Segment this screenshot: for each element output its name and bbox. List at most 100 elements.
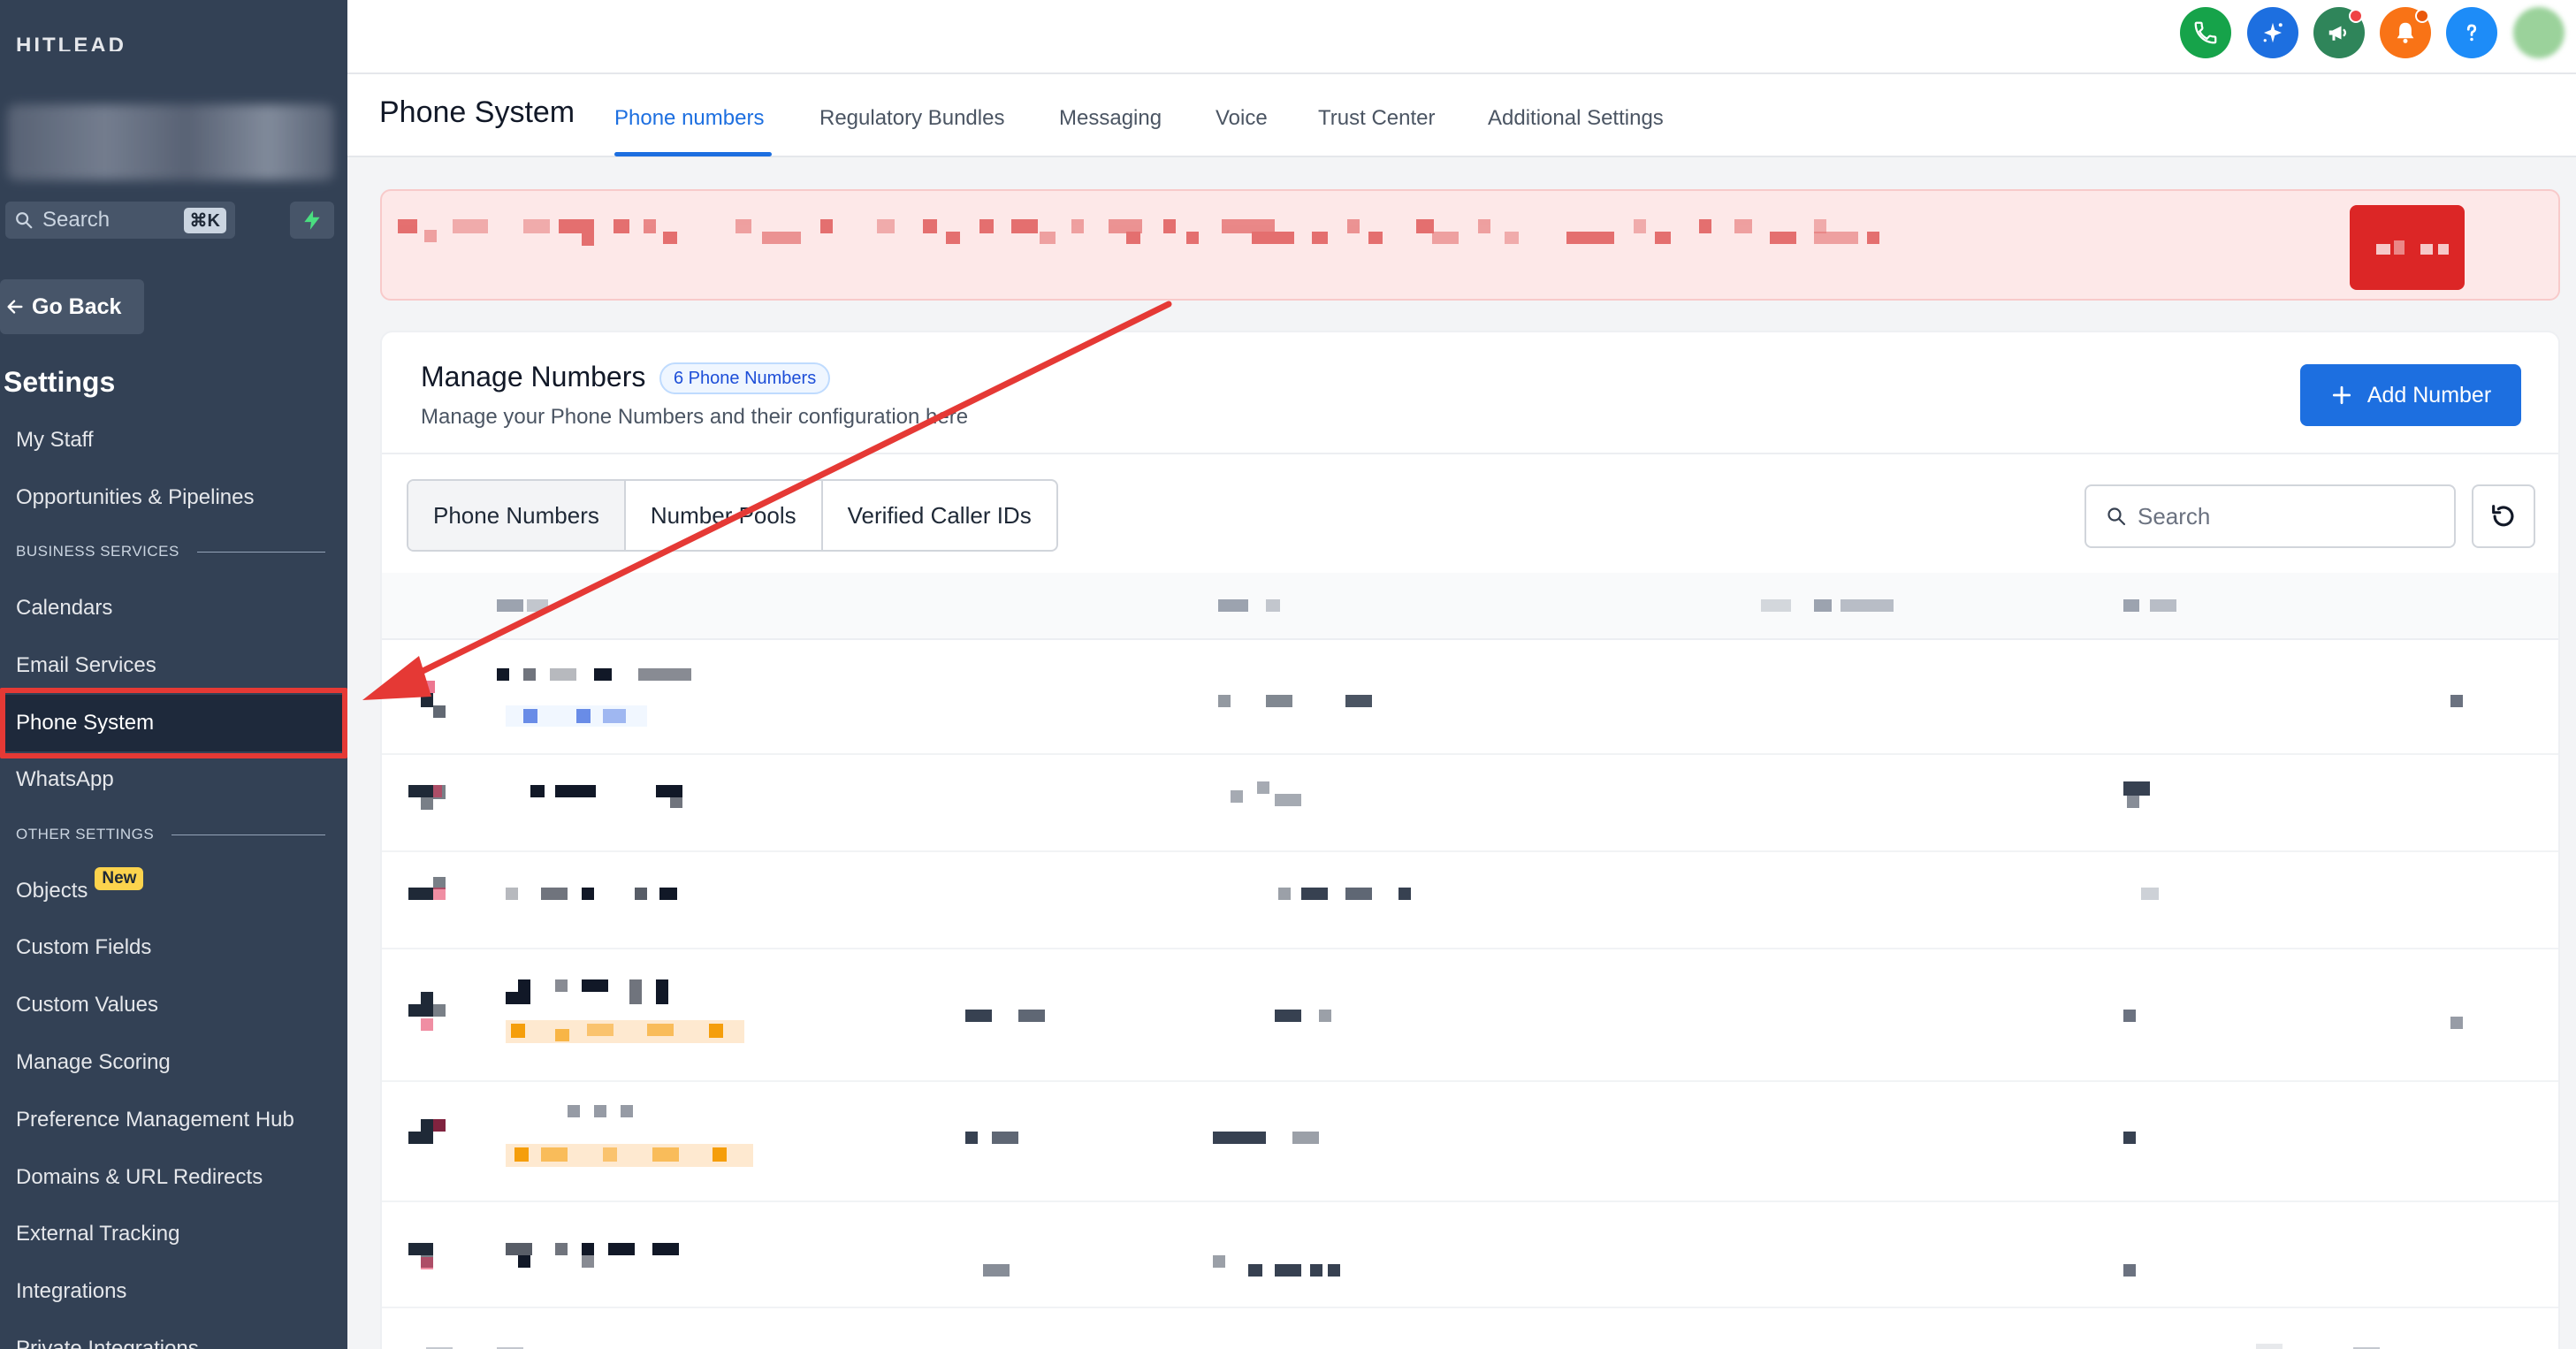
section-business-services: BUSINESS SERVICES <box>16 543 325 560</box>
notification-dot <box>2349 9 2363 23</box>
section-label: OTHER SETTINGS <box>16 826 155 842</box>
sidebar-item-label: Private Integrations <box>16 1337 199 1349</box>
bell-glyph-icon <box>2397 22 2414 43</box>
numbers-segmented-control: Phone Numbers Number Pools Verified Call… <box>407 479 1058 552</box>
sidebar-item-label: Custom Values <box>16 993 158 1017</box>
redacted-row-content <box>408 781 2150 810</box>
sidebar-item-email-services[interactable]: Email Services <box>0 637 347 694</box>
plus-icon <box>2332 385 2351 405</box>
sidebar-item-label: WhatsApp <box>16 767 114 791</box>
sidebar-item-my-staff[interactable]: My Staff <box>0 412 347 469</box>
table-search-placeholder: Search <box>2138 502 2211 530</box>
sidebar-item-label: Objects <box>16 879 88 903</box>
sparkle-glyph-icon <box>2263 22 2283 43</box>
phone-icon[interactable] <box>2180 7 2231 58</box>
help-icon[interactable] <box>2446 7 2497 58</box>
sidebar-item-label: Opportunities & Pipelines <box>16 485 255 509</box>
table-row[interactable] <box>382 755 2558 852</box>
table-row[interactable] <box>382 949 2558 1082</box>
sidebar-item-label: Calendars <box>16 596 113 620</box>
sidebar-item-whatsapp[interactable]: WhatsApp <box>0 751 347 808</box>
sidebar-item-preference-hub[interactable]: Preference Management Hub <box>0 1092 347 1148</box>
card-title: Manage Numbers <box>421 361 646 393</box>
segment-number-pools[interactable]: Number Pools <box>626 481 823 550</box>
tab-messaging[interactable]: Messaging <box>1059 106 1162 131</box>
refresh-icon <box>2492 505 2514 527</box>
sidebar-item-external-tracking[interactable]: External Tracking <box>0 1206 347 1262</box>
sidebar-item-custom-fields[interactable]: Custom Fields <box>0 919 347 976</box>
banner-action-button[interactable] <box>2350 205 2465 290</box>
refresh-button[interactable] <box>2472 484 2535 548</box>
new-badge: New <box>95 867 144 890</box>
account-switcher[interactable] <box>7 104 334 180</box>
page-title: Phone System <box>379 95 575 129</box>
redacted-row-content <box>408 1105 2136 1167</box>
table-row[interactable] <box>382 1202 2558 1308</box>
segment-verified-caller-ids[interactable]: Verified Caller IDs <box>823 481 1056 550</box>
segment-phone-numbers[interactable]: Phone Numbers <box>408 481 626 550</box>
sidebar-item-private-integrations[interactable]: Private Integrations <box>0 1321 347 1349</box>
top-bar <box>347 0 2576 74</box>
sidebar-item-label: Manage Scoring <box>16 1050 171 1074</box>
section-other-settings: OTHER SETTINGS <box>16 826 325 843</box>
manage-numbers-card: Manage Numbers 6 Phone Numbers Manage yo… <box>380 331 2560 1349</box>
table-search-input[interactable]: Search <box>2084 484 2456 548</box>
question-glyph-icon <box>2466 24 2477 42</box>
sidebar-item-manage-scoring[interactable]: Manage Scoring <box>0 1034 347 1091</box>
card-divider <box>382 453 2558 454</box>
redacted-column-headers <box>497 599 2176 612</box>
section-label: BUSINESS SERVICES <box>16 543 179 560</box>
notification-dot <box>2415 9 2429 23</box>
table-row[interactable] <box>382 852 2558 949</box>
section-divider <box>196 551 325 553</box>
sidebar: HITLEAD Search ⌘K Go Back Settings My St… <box>0 0 347 1349</box>
tab-voice[interactable]: Voice <box>1216 106 1268 131</box>
lightning-icon <box>304 210 320 230</box>
megaphone-icon[interactable] <box>2313 7 2365 58</box>
shortcut-badge: ⌘K <box>183 207 226 233</box>
table-row[interactable] <box>382 1082 2558 1202</box>
go-back-button[interactable]: Go Back <box>0 279 144 334</box>
quick-action-button[interactable] <box>290 202 334 239</box>
redacted-row-content <box>408 1243 2136 1277</box>
sidebar-item-opportunities[interactable]: Opportunities & Pipelines <box>0 469 347 526</box>
table-row[interactable] <box>382 1308 2558 1349</box>
sidebar-search[interactable]: Search ⌘K <box>5 202 235 239</box>
bell-icon[interactable] <box>2380 7 2431 58</box>
tab-trust-center[interactable]: Trust Center <box>1318 106 1435 131</box>
tab-regulatory-bundles[interactable]: Regulatory Bundles <box>819 106 1004 131</box>
tab-phone-numbers[interactable]: Phone numbers <box>614 106 764 131</box>
redacted-row-content <box>408 979 2463 1043</box>
sidebar-item-label: External Tracking <box>16 1222 180 1246</box>
sidebar-item-integrations[interactable]: Integrations <box>0 1263 347 1320</box>
tab-additional-settings[interactable]: Additional Settings <box>1488 106 1664 131</box>
sidebar-item-label: Preference Management Hub <box>16 1108 294 1132</box>
settings-heading: Settings <box>4 366 116 398</box>
page-header: Phone System Phone numbers Regulatory Bu… <box>347 74 2576 157</box>
sidebar-item-domains[interactable]: Domains & URL Redirects <box>0 1149 347 1206</box>
megaphone-glyph-icon <box>2328 26 2346 41</box>
search-icon <box>16 212 33 229</box>
sparkle-icon[interactable] <box>2247 7 2298 58</box>
card-subtitle: Manage your Phone Numbers and their conf… <box>421 405 969 429</box>
avatar[interactable] <box>2513 7 2565 58</box>
add-number-button[interactable]: Add Number <box>2300 364 2521 426</box>
alert-banner <box>380 189 2560 301</box>
sidebar-item-objects[interactable]: Objects New <box>0 863 347 919</box>
sidebar-item-label: Custom Fields <box>16 935 152 959</box>
sidebar-item-custom-values[interactable]: Custom Values <box>0 977 347 1033</box>
redacted-button-label <box>2376 240 2449 255</box>
highlight-annotation <box>0 688 347 758</box>
add-number-label: Add Number <box>2366 382 2492 408</box>
sidebar-item-label: Integrations <box>16 1279 127 1303</box>
search-icon <box>2107 507 2126 526</box>
arrow-left-icon <box>7 300 23 314</box>
redacted-row-content <box>408 668 2463 727</box>
table-row[interactable] <box>382 642 2558 755</box>
sidebar-item-label: Email Services <box>16 653 156 677</box>
sidebar-item-label: Domains & URL Redirects <box>16 1165 263 1189</box>
redacted-banner-text <box>398 219 1879 246</box>
table-header <box>382 573 2558 640</box>
sidebar-item-calendars[interactable]: Calendars <box>0 580 347 636</box>
redacted-row-content <box>408 877 2159 900</box>
